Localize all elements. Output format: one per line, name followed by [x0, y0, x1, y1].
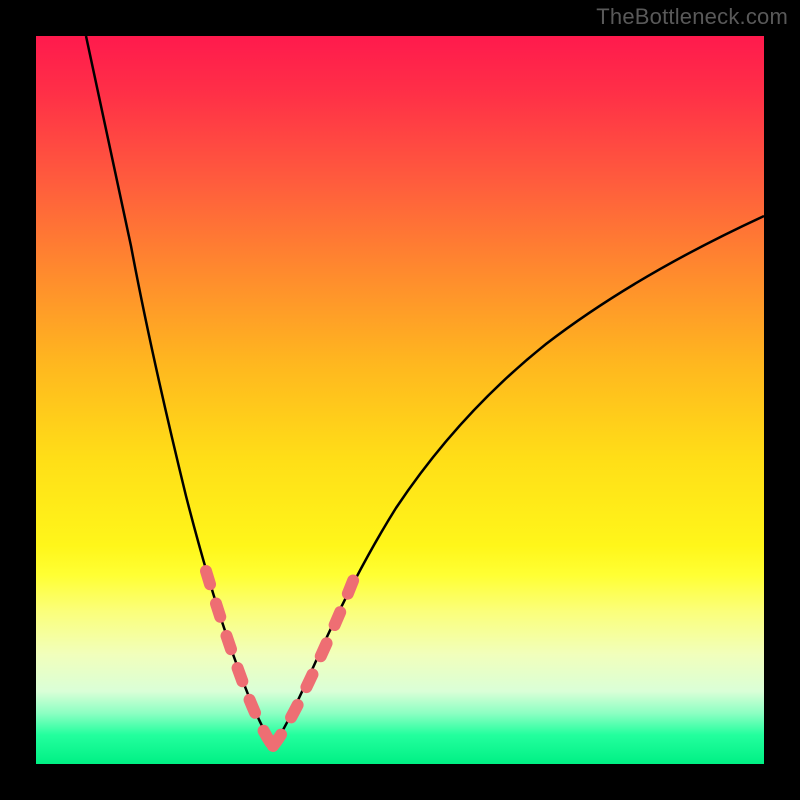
plot-area: [36, 36, 764, 764]
dotted-right-overlay: [273, 573, 356, 746]
watermark-text: TheBottleneck.com: [596, 4, 788, 30]
right-branch-curve: [273, 216, 764, 746]
left-branch-curve: [86, 36, 273, 746]
chart-frame: TheBottleneck.com: [0, 0, 800, 800]
curve-layer: [36, 36, 764, 764]
dotted-left-overlay: [206, 571, 273, 746]
